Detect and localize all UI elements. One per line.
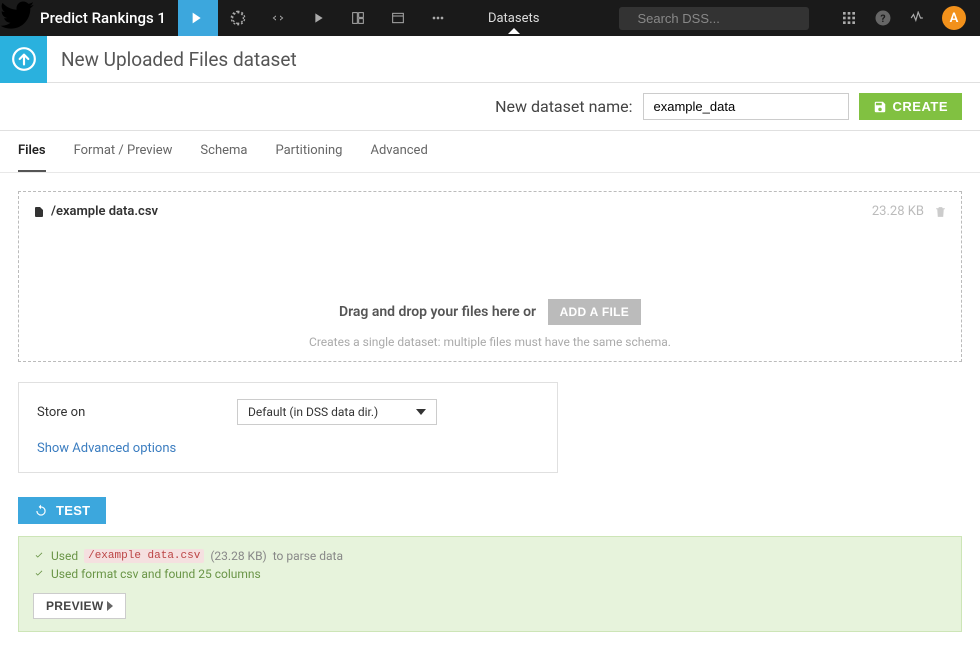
check-icon	[33, 569, 45, 579]
topbar: Predict Rankings 1 Datasets ? A	[0, 0, 980, 36]
chevron-down-icon	[416, 409, 426, 415]
create-button[interactable]: CREATE	[859, 93, 962, 120]
help-icon[interactable]: ?	[874, 9, 892, 27]
flow-icon[interactable]	[178, 0, 218, 36]
chevron-right-icon	[107, 601, 113, 611]
datasets-breadcrumb[interactable]: Datasets	[488, 1, 540, 36]
search-input[interactable]	[637, 11, 813, 26]
result-file-code: /example data.csv	[84, 549, 204, 563]
wiki-icon[interactable]	[378, 0, 418, 36]
create-row: New dataset name: CREATE	[0, 83, 980, 131]
tab-advanced[interactable]: Advanced	[370, 131, 427, 172]
test-button[interactable]: TEST	[18, 497, 106, 524]
file-meta: 23.28 KB	[872, 204, 947, 219]
topbar-right: ? A	[826, 6, 980, 30]
dashboard-icon[interactable]	[338, 0, 378, 36]
store-selected: Default (in DSS data dir.)	[248, 405, 378, 419]
dropzone[interactable]: /example data.csv 23.28 KB Drag and drop…	[18, 191, 962, 362]
store-row: Store on Default (in DSS data dir.)	[37, 399, 539, 425]
uploaded-file-row: /example data.csv 23.28 KB	[33, 204, 947, 219]
logo-bird-icon[interactable]	[0, 0, 36, 36]
store-label: Store on	[37, 405, 237, 420]
add-file-button[interactable]: ADD A FILE	[548, 299, 641, 325]
content: /example data.csv 23.28 KB Drag and drop…	[0, 173, 980, 650]
save-icon	[873, 100, 887, 114]
svg-text:?: ?	[880, 12, 885, 25]
store-select[interactable]: Default (in DSS data dir.)	[237, 399, 437, 425]
avatar[interactable]: A	[942, 6, 966, 30]
subheader: New Uploaded Files dataset	[0, 36, 980, 83]
trash-icon[interactable]	[934, 205, 947, 219]
recipe-icon[interactable]	[218, 0, 258, 36]
code-icon[interactable]	[258, 0, 298, 36]
upload-icon	[0, 36, 47, 83]
store-options: Store on Default (in DSS data dir.) Show…	[18, 382, 558, 473]
project-name[interactable]: Predict Rankings 1	[36, 9, 178, 27]
refresh-icon	[34, 504, 48, 518]
test-result: Used /example data.csv (23.28 KB) to par…	[18, 536, 962, 632]
tab-partitioning[interactable]: Partitioning	[275, 131, 342, 172]
topbar-center: Datasets	[458, 1, 826, 36]
check-icon	[33, 551, 45, 561]
apps-icon[interactable]	[840, 9, 858, 27]
drop-instruction: Drag and drop your files here or ADD A F…	[33, 299, 947, 325]
more-icon[interactable]	[418, 0, 458, 36]
advanced-options-link[interactable]: Show Advanced options	[37, 441, 539, 456]
page-title: New Uploaded Files dataset	[47, 48, 297, 71]
file-info: /example data.csv	[33, 204, 158, 219]
file-name: /example data.csv	[51, 204, 158, 219]
dataset-name-input[interactable]	[643, 93, 849, 120]
tab-schema[interactable]: Schema	[200, 131, 247, 172]
preview-button[interactable]: PREVIEW	[33, 593, 126, 619]
create-button-label: CREATE	[893, 99, 948, 114]
result-line-2: Used format csv and found 25 columns	[33, 567, 947, 581]
file-size: 23.28 KB	[872, 204, 924, 219]
tab-format[interactable]: Format / Preview	[74, 131, 173, 172]
topbar-nav-icons	[178, 0, 458, 36]
play-icon[interactable]	[298, 0, 338, 36]
test-button-label: TEST	[56, 503, 90, 518]
topbar-left: Predict Rankings 1	[0, 0, 458, 36]
result-line-1: Used /example data.csv (23.28 KB) to par…	[33, 549, 947, 563]
dataset-name-label: New dataset name:	[495, 97, 632, 116]
tab-files[interactable]: Files	[18, 131, 46, 172]
tabs: Files Format / Preview Schema Partitioni…	[0, 131, 980, 173]
drop-hint: Creates a single dataset: multiple files…	[33, 335, 947, 349]
search-box[interactable]	[619, 7, 809, 30]
activity-icon[interactable]	[908, 9, 926, 27]
file-icon	[33, 205, 45, 219]
